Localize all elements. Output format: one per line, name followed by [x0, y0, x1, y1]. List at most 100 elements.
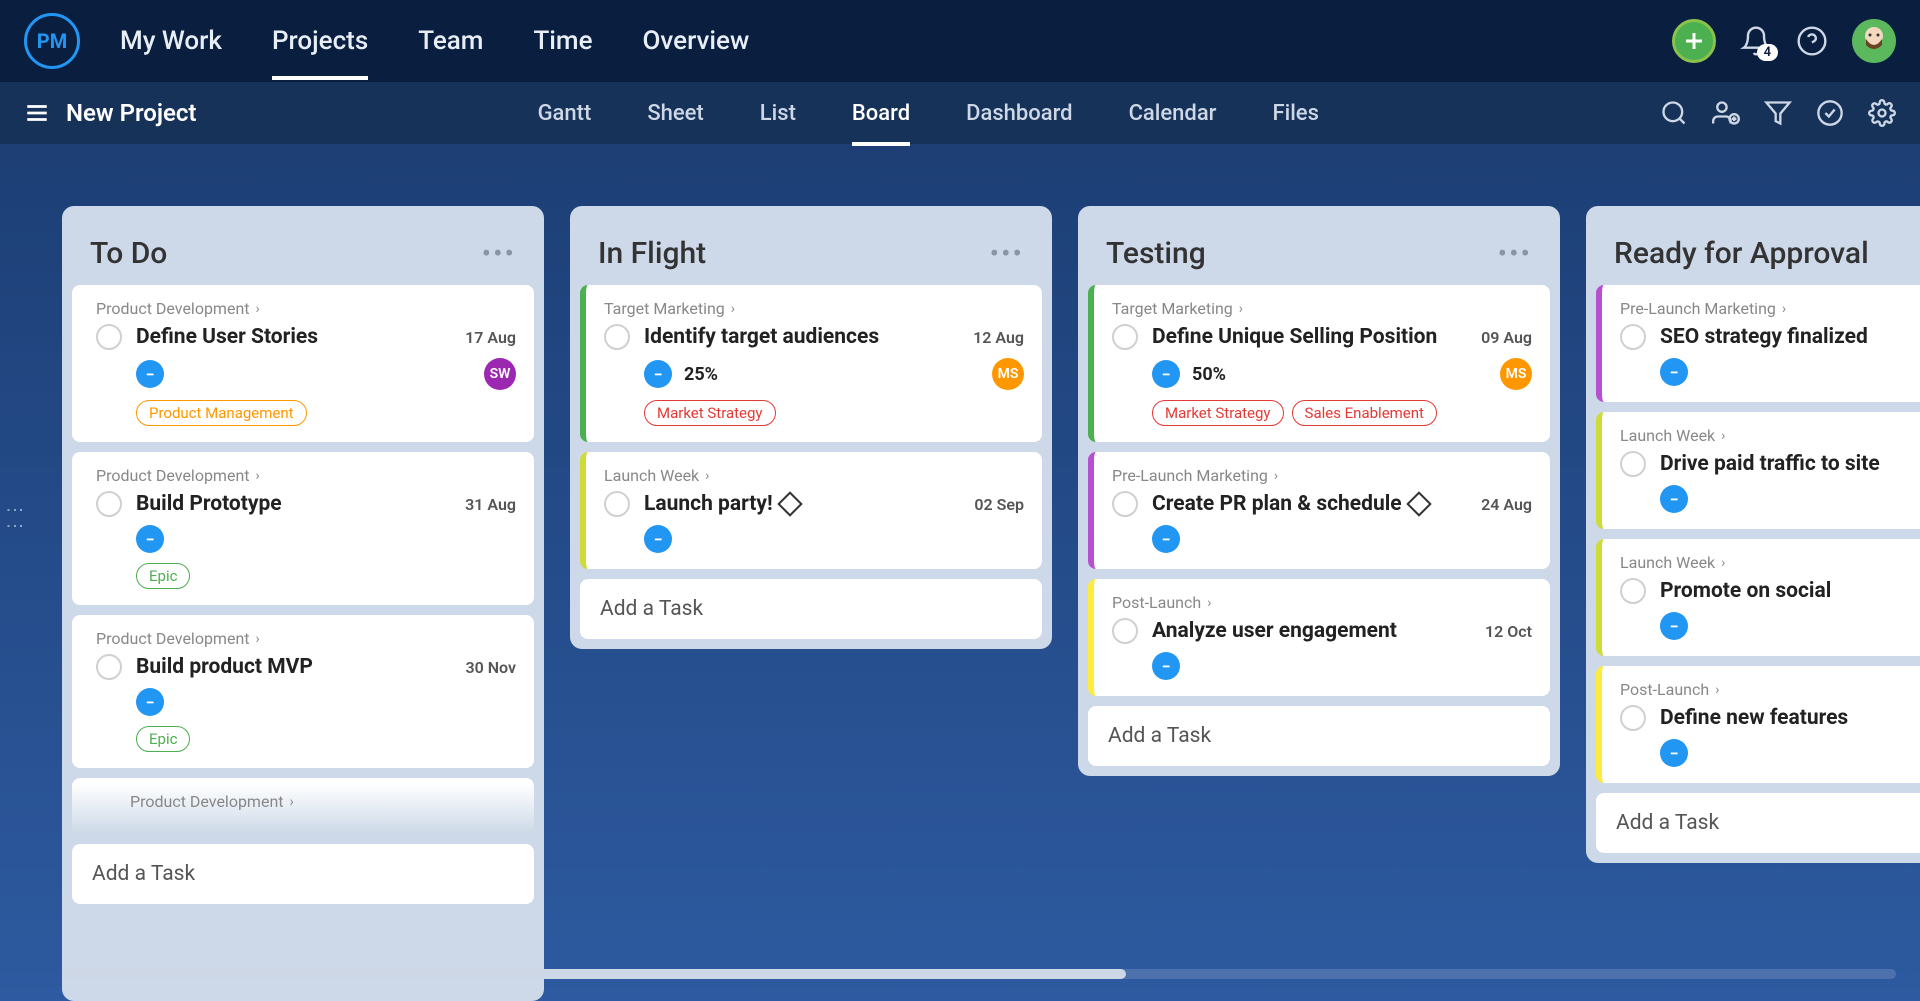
- task-tag[interactable]: Epic: [136, 563, 190, 589]
- task-card-partial[interactable]: Product Development ›: [72, 778, 534, 834]
- priority-indicator[interactable]: −: [1152, 652, 1180, 680]
- priority-indicator[interactable]: −: [1152, 525, 1180, 553]
- app-logo[interactable]: PM: [24, 13, 80, 69]
- add-person-button[interactable]: [1712, 99, 1740, 127]
- task-complete-checkbox[interactable]: [96, 491, 122, 517]
- filter-button[interactable]: [1764, 99, 1792, 127]
- column-menu-button[interactable]: •••: [1498, 237, 1532, 270]
- add-task-button[interactable]: Add a Task: [72, 844, 534, 904]
- task-card[interactable]: Post-Launch › Analyze user engagement 12…: [1088, 579, 1550, 696]
- search-button[interactable]: [1660, 99, 1688, 127]
- task-category: Product Development ›: [96, 629, 516, 648]
- view-tab-dashboard[interactable]: Dashboard: [966, 85, 1072, 142]
- task-title: Define Unique Selling Position: [1152, 325, 1437, 349]
- hamburger-icon: [24, 100, 50, 126]
- task-card[interactable]: Launch Week › Promote on social −: [1596, 539, 1920, 656]
- horizontal-scrollbar[interactable]: [62, 969, 1896, 979]
- column-menu-button[interactable]: •••: [990, 237, 1024, 270]
- view-tab-calendar[interactable]: Calendar: [1129, 85, 1217, 142]
- priority-indicator[interactable]: −: [644, 360, 672, 388]
- task-complete-checkbox[interactable]: [1112, 618, 1138, 644]
- scrollbar-thumb[interactable]: [62, 969, 1126, 979]
- chevron-right-icon: ›: [1721, 555, 1725, 571]
- priority-indicator[interactable]: −: [644, 525, 672, 553]
- task-category: Launch Week ›: [1620, 426, 1918, 445]
- checkmark-button[interactable]: [1816, 99, 1844, 127]
- assignee-avatar[interactable]: MS: [992, 358, 1024, 390]
- task-title: Launch party!: [644, 492, 799, 516]
- task-card[interactable]: Target Marketing › Identify target audie…: [580, 285, 1042, 442]
- tab-projects[interactable]: Projects: [272, 2, 368, 80]
- view-tabs: Gantt Sheet List Board Dashboard Calenda…: [196, 85, 1660, 142]
- task-complete-checkbox[interactable]: [1620, 324, 1646, 350]
- task-complete-checkbox[interactable]: [604, 324, 630, 350]
- task-complete-checkbox[interactable]: [1112, 324, 1138, 350]
- assignee-avatar[interactable]: MS: [1500, 358, 1532, 390]
- task-complete-checkbox[interactable]: [1620, 705, 1646, 731]
- task-complete-checkbox[interactable]: [604, 491, 630, 517]
- view-tab-gantt[interactable]: Gantt: [538, 85, 592, 142]
- tab-my-work[interactable]: My Work: [120, 2, 222, 80]
- add-task-button[interactable]: Add a Task: [1088, 706, 1550, 766]
- hamburger-menu-button[interactable]: [24, 100, 50, 126]
- settings-button[interactable]: [1868, 99, 1896, 127]
- task-progress: 50%: [1192, 364, 1226, 385]
- task-category: Product Development ›: [130, 792, 516, 811]
- view-tab-board[interactable]: Board: [852, 85, 910, 142]
- add-task-button[interactable]: Add a Task: [580, 579, 1042, 639]
- help-button[interactable]: [1796, 25, 1828, 57]
- priority-indicator[interactable]: −: [136, 360, 164, 388]
- task-card[interactable]: Post-Launch › Define new features −: [1596, 666, 1920, 783]
- priority-indicator[interactable]: −: [1660, 739, 1688, 767]
- chevron-right-icon: ›: [1239, 301, 1243, 317]
- task-tag[interactable]: Market Strategy: [644, 400, 776, 426]
- task-card[interactable]: Product Development › Build product MVP …: [72, 615, 534, 768]
- task-card[interactable]: Target Marketing › Define Unique Selling…: [1088, 285, 1550, 442]
- plus-icon: [1682, 29, 1706, 53]
- column-menu-button[interactable]: •••: [482, 237, 516, 270]
- task-card[interactable]: Pre-Launch Marketing › SEO strategy fina…: [1596, 285, 1920, 402]
- task-date: 17 Aug: [465, 328, 516, 347]
- board-drag-handle[interactable]: ⋮⋮: [4, 501, 25, 533]
- task-complete-checkbox[interactable]: [1620, 578, 1646, 604]
- user-avatar[interactable]: [1852, 19, 1896, 63]
- priority-indicator[interactable]: −: [1660, 358, 1688, 386]
- task-date: 12 Oct: [1485, 622, 1532, 641]
- filter-icon: [1764, 99, 1792, 127]
- add-task-button[interactable]: Add a Task: [1596, 793, 1920, 853]
- task-date: 12 Aug: [973, 328, 1024, 347]
- task-tag[interactable]: Product Management: [136, 400, 307, 426]
- priority-indicator[interactable]: −: [1152, 360, 1180, 388]
- view-tab-files[interactable]: Files: [1272, 85, 1318, 142]
- task-tag[interactable]: Sales Enablement: [1292, 400, 1437, 426]
- priority-indicator[interactable]: −: [1660, 612, 1688, 640]
- task-date: 30 Nov: [465, 658, 516, 677]
- task-complete-checkbox[interactable]: [1620, 451, 1646, 477]
- task-tag[interactable]: Epic: [136, 726, 190, 752]
- tab-overview[interactable]: Overview: [643, 2, 750, 80]
- priority-indicator[interactable]: −: [136, 525, 164, 553]
- task-card[interactable]: Launch Week › Launch party! 02 Sep −: [580, 452, 1042, 569]
- task-card[interactable]: Product Development › Define User Storie…: [72, 285, 534, 442]
- task-category: Target Marketing ›: [604, 299, 1024, 318]
- priority-indicator[interactable]: −: [136, 688, 164, 716]
- notifications-button[interactable]: 4: [1740, 25, 1772, 57]
- task-category: Post-Launch ›: [1620, 680, 1918, 699]
- tab-time[interactable]: Time: [533, 2, 592, 80]
- priority-indicator[interactable]: −: [1660, 485, 1688, 513]
- task-tag[interactable]: Market Strategy: [1152, 400, 1284, 426]
- tab-team[interactable]: Team: [418, 2, 483, 80]
- task-card[interactable]: Pre-Launch Marketing › Create PR plan & …: [1088, 452, 1550, 569]
- task-complete-checkbox[interactable]: [96, 654, 122, 680]
- task-title: Identify target audiences: [644, 325, 879, 349]
- project-title[interactable]: New Project: [66, 99, 196, 127]
- task-complete-checkbox[interactable]: [96, 324, 122, 350]
- assignee-avatar[interactable]: SW: [484, 358, 516, 390]
- task-card[interactable]: Launch Week › Drive paid traffic to site…: [1596, 412, 1920, 529]
- view-tab-sheet[interactable]: Sheet: [647, 85, 703, 142]
- add-button[interactable]: [1672, 19, 1716, 63]
- task-card[interactable]: Product Development › Build Prototype 31…: [72, 452, 534, 605]
- chevron-right-icon: ›: [290, 794, 294, 810]
- task-complete-checkbox[interactable]: [1112, 491, 1138, 517]
- view-tab-list[interactable]: List: [760, 85, 796, 142]
